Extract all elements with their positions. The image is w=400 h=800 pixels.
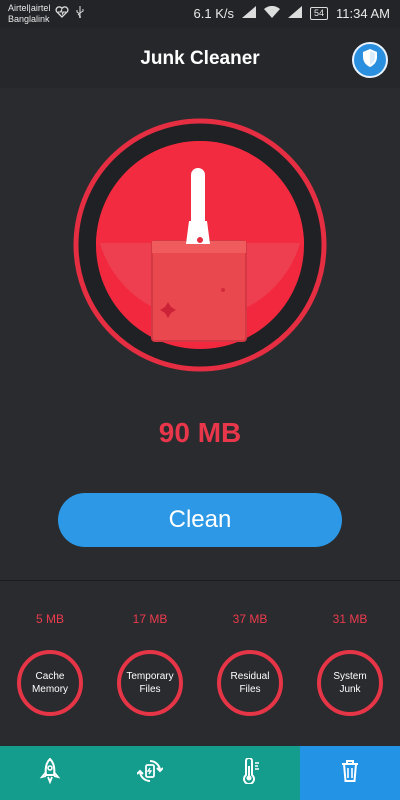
- category-label: System Junk: [333, 671, 367, 695]
- rocket-icon: [39, 757, 61, 789]
- junk-size: 90 MB: [158, 417, 242, 448]
- shield-icon: [361, 48, 379, 73]
- section-divider: [0, 580, 400, 581]
- junk-cleaner-graphic: [73, 118, 327, 372]
- category-cache-memory[interactable]: 5 MB Cache Memory: [0, 610, 100, 716]
- category-temporary-files[interactable]: 17 MB Temporary Files: [100, 610, 200, 716]
- clean-button[interactable]: Clean: [58, 493, 342, 547]
- category-label: Temporary Files: [126, 671, 174, 695]
- nav-temperature[interactable]: [200, 746, 300, 800]
- wifi-icon: [264, 5, 281, 21]
- battery-indicator: 54: [310, 7, 329, 20]
- status-bar: Airtel|airtel Banglalink 6.1 K/s 54 11:3…: [0, 0, 400, 28]
- nav-junk-cleaner[interactable]: [300, 746, 400, 800]
- category-ring: Residual Files: [217, 650, 283, 716]
- nav-cooler[interactable]: [100, 746, 200, 800]
- trash-icon: [339, 758, 361, 789]
- junk-categories: 5 MB Cache Memory 17 MB Temporary Files …: [0, 610, 400, 730]
- cpu-cooler-icon: [136, 758, 164, 789]
- carrier-labels: Airtel|airtel Banglalink: [8, 3, 50, 25]
- category-size: 31 MB: [332, 612, 368, 626]
- category-residual-files[interactable]: 37 MB Residual Files: [200, 610, 300, 716]
- usb-icon: [75, 6, 85, 21]
- category-ring: Temporary Files: [117, 650, 183, 716]
- carrier-2: Banglalink: [8, 14, 50, 24]
- nav-boost[interactable]: [0, 746, 100, 800]
- category-size: 17 MB: [132, 612, 168, 626]
- category-size: 37 MB: [232, 612, 268, 626]
- clock: 11:34 AM: [336, 6, 390, 21]
- page-title: Junk Cleaner: [140, 48, 260, 69]
- category-label: Residual Files: [230, 671, 270, 695]
- status-right: 6.1 K/s 54 11:34 AM: [193, 5, 390, 21]
- status-left-icons: [55, 6, 85, 21]
- category-label: Cache Memory: [31, 671, 69, 695]
- shield-button[interactable]: [352, 42, 388, 78]
- category-ring: System Junk: [317, 650, 383, 716]
- network-speed: 6.1 K/s: [193, 6, 235, 21]
- category-system-junk[interactable]: 31 MB System Junk: [300, 610, 400, 716]
- thermometer-icon: [239, 756, 261, 789]
- signal-icon-1: [242, 6, 257, 21]
- app-header: Junk Cleaner: [0, 28, 400, 88]
- bottom-nav: [0, 746, 400, 800]
- heart-monitor-icon: [55, 6, 69, 21]
- category-size: 5 MB: [35, 612, 64, 626]
- category-ring: Cache Memory: [17, 650, 83, 716]
- signal-icon-2: [288, 6, 303, 21]
- carrier-1: Airtel|airtel: [8, 3, 51, 13]
